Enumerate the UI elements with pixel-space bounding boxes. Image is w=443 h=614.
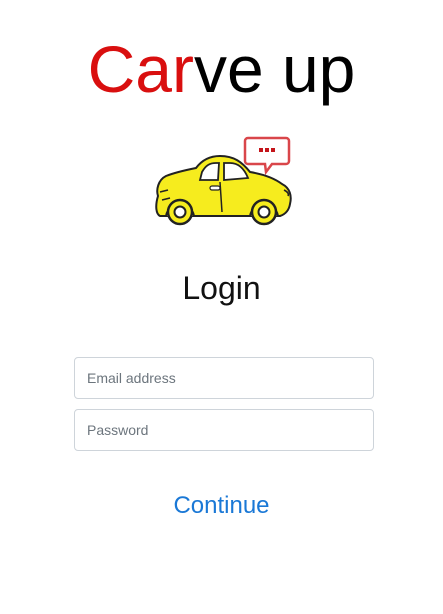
app-title: Carve up xyxy=(0,28,443,110)
password-field[interactable] xyxy=(74,409,374,451)
continue-button[interactable]: Continue xyxy=(0,488,443,524)
chat-bubble-icon xyxy=(243,136,291,176)
car-with-chat-bubble-icon xyxy=(150,132,296,228)
app-title-accent: Car xyxy=(87,32,194,106)
app-title-rest: ve up xyxy=(193,32,356,106)
login-heading: Login xyxy=(182,270,261,306)
email-field[interactable] xyxy=(74,357,374,399)
